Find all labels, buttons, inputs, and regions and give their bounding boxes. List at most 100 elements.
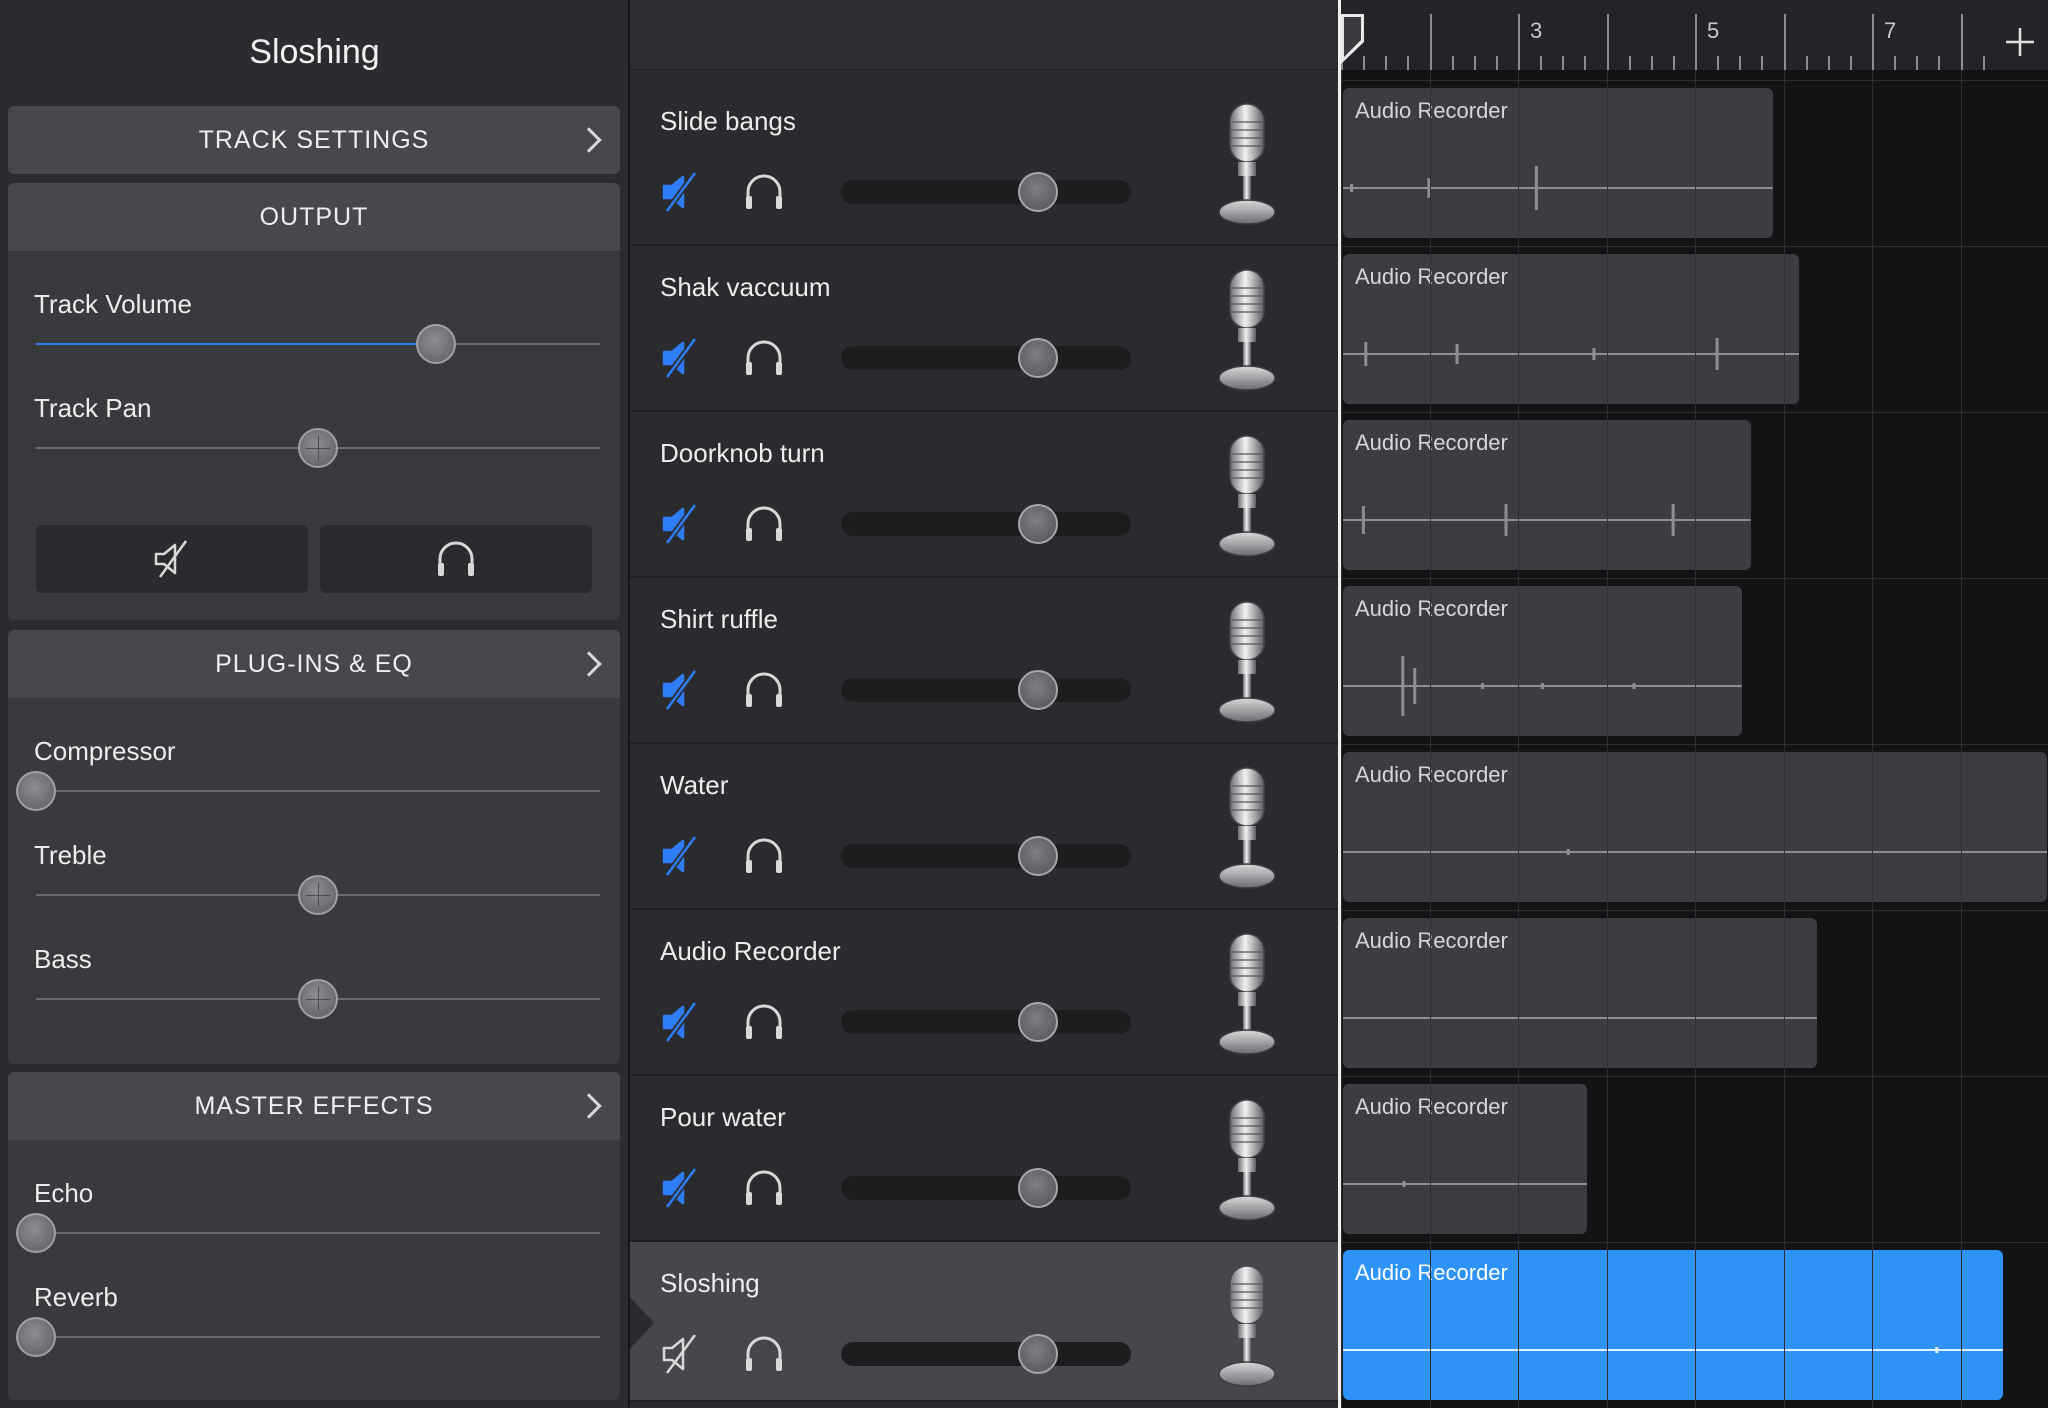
solo-headphones-button[interactable]	[742, 336, 786, 380]
mute-button[interactable]	[658, 834, 702, 878]
track-volume-knob[interactable]	[1018, 836, 1059, 876]
track-pan-label: Track Pan	[34, 393, 152, 423]
audio-region[interactable]: Audio Recorder	[1343, 1084, 1587, 1234]
track-volume-knob[interactable]	[1018, 338, 1059, 378]
inspector-solo-button[interactable]	[320, 525, 592, 593]
track-name: Doorknob turn	[660, 438, 825, 468]
track-row[interactable]: Shak vaccuum	[630, 246, 1338, 412]
bar-gridline	[1872, 70, 1873, 1408]
mute-button[interactable]	[658, 1166, 702, 1210]
ruler-tick	[1628, 56, 1631, 70]
bar-number: 3	[1530, 18, 1543, 43]
lane-separator	[1341, 412, 2048, 413]
playhead-handle[interactable]	[1338, 14, 1366, 64]
track-row[interactable]: Water	[630, 744, 1338, 910]
audio-region[interactable]: Audio Recorder	[1343, 1250, 2003, 1400]
track-volume-slider[interactable]	[841, 180, 1131, 204]
mute-button[interactable]	[658, 668, 702, 712]
track-volume-slider[interactable]	[841, 512, 1131, 536]
master-effects-button[interactable]: MASTER EFFECTS	[8, 1072, 620, 1140]
track-row[interactable]: Pour water	[630, 1076, 1338, 1242]
add-track-button[interactable]	[1992, 14, 2048, 70]
track-row[interactable]: Slide bangs	[630, 80, 1338, 246]
solo-headphones-button[interactable]	[742, 1000, 786, 1044]
track-inspector-panel: Sloshing TRACK SETTINGS OUTPUT Track Vol…	[0, 0, 629, 1408]
audio-region[interactable]: Audio Recorder	[1343, 420, 1751, 570]
solo-headphones-button[interactable]	[742, 1332, 786, 1376]
solo-headphones-button[interactable]	[742, 668, 786, 712]
track-volume-knob[interactable]	[416, 324, 457, 364]
solo-headphones-button[interactable]	[742, 834, 786, 878]
audio-region[interactable]: Audio Recorder	[1343, 254, 1800, 404]
ruler-tick	[1695, 14, 1697, 70]
treble-knob[interactable]	[298, 875, 338, 915]
solo-headphones-button[interactable]	[742, 170, 786, 214]
track-pan-knob[interactable]	[298, 428, 338, 468]
track-volume-knob[interactable]	[1018, 1002, 1059, 1042]
track-row[interactable]: Audio Recorder	[630, 910, 1338, 1076]
timeline-area[interactable]: 1357 Audio Recorder Audio Recorder Audio R…	[1338, 0, 2048, 1408]
track-volume-label: Track Volume	[34, 289, 192, 319]
track-volume-knob[interactable]	[1018, 1168, 1059, 1208]
track-name: Pour water	[660, 1102, 786, 1132]
ruler-tick	[1872, 14, 1874, 70]
lane-separator	[1341, 1242, 2048, 1243]
audio-region[interactable]: Audio Recorder	[1343, 918, 1817, 1068]
region-label: Audio Recorder	[1355, 430, 1508, 455]
speaker-muted-icon	[154, 540, 188, 578]
region-label: Audio Recorder	[1355, 98, 1508, 123]
mute-button[interactable]	[658, 170, 702, 214]
bass-knob[interactable]	[298, 979, 338, 1019]
mute-button[interactable]	[658, 502, 702, 546]
solo-headphones-button[interactable]	[742, 502, 786, 546]
ruler-tick	[1606, 14, 1609, 70]
ruler-tick	[1429, 14, 1432, 70]
ruler-tick	[1783, 14, 1786, 70]
track-row[interactable]: Shirt ruffle	[630, 578, 1338, 744]
output-header-label: OUTPUT	[259, 202, 369, 231]
track-volume-slider[interactable]	[841, 678, 1131, 702]
audio-region[interactable]: Audio Recorder	[1343, 88, 1773, 238]
reverb-knob[interactable]	[16, 1317, 56, 1357]
track-volume-knob[interactable]	[1018, 670, 1059, 710]
track-volume-slider[interactable]	[841, 1176, 1131, 1200]
mute-button[interactable]	[658, 336, 702, 380]
ruler-tick	[1717, 56, 1720, 70]
bass-slider[interactable]	[36, 979, 600, 1019]
inspector-mute-button[interactable]	[36, 525, 308, 593]
track-row[interactable]: Sloshing	[630, 1242, 1338, 1402]
track-volume-slider[interactable]	[36, 324, 600, 364]
track-row[interactable]: Doorknob turn	[630, 412, 1338, 578]
compressor-slider[interactable]	[16, 771, 600, 811]
track-settings-button[interactable]: TRACK SETTINGS	[8, 106, 620, 174]
track-volume-slider[interactable]	[841, 1342, 1131, 1366]
timeline-ruler[interactable]: 1357	[1341, 14, 2048, 70]
bar-gridline	[1606, 70, 1608, 1408]
echo-slider[interactable]	[16, 1213, 600, 1253]
solo-headphones-button[interactable]	[742, 1166, 786, 1210]
lane-separator	[1341, 80, 2048, 81]
track-volume-knob[interactable]	[1018, 1334, 1059, 1374]
compressor-knob[interactable]	[16, 771, 56, 811]
waveform	[1343, 504, 1751, 536]
microphone-icon	[1218, 103, 1276, 225]
track-pan-slider[interactable]	[36, 428, 600, 468]
track-settings-label: TRACK SETTINGS	[198, 125, 430, 154]
treble-slider[interactable]	[36, 875, 600, 915]
track-volume-slider[interactable]	[841, 346, 1131, 370]
reverb-slider[interactable]	[16, 1317, 600, 1357]
audio-region[interactable]: Audio Recorder	[1343, 586, 1742, 736]
track-volume-knob[interactable]	[1018, 504, 1059, 544]
ruler-tick	[1805, 56, 1808, 70]
track-volume-knob[interactable]	[1018, 172, 1059, 212]
waveform	[1343, 656, 1742, 716]
ruler-top-bar	[1341, 0, 2048, 14]
track-volume-slider[interactable]	[841, 1010, 1131, 1034]
plugins-eq-button[interactable]: PLUG-INS & EQ	[8, 630, 620, 698]
ruler-tick	[1938, 56, 1941, 70]
mute-button[interactable]	[658, 1000, 702, 1044]
track-volume-slider[interactable]	[841, 844, 1131, 868]
mute-button[interactable]	[658, 1332, 702, 1376]
echo-knob[interactable]	[16, 1213, 56, 1253]
inspector-title: Sloshing	[249, 33, 380, 71]
